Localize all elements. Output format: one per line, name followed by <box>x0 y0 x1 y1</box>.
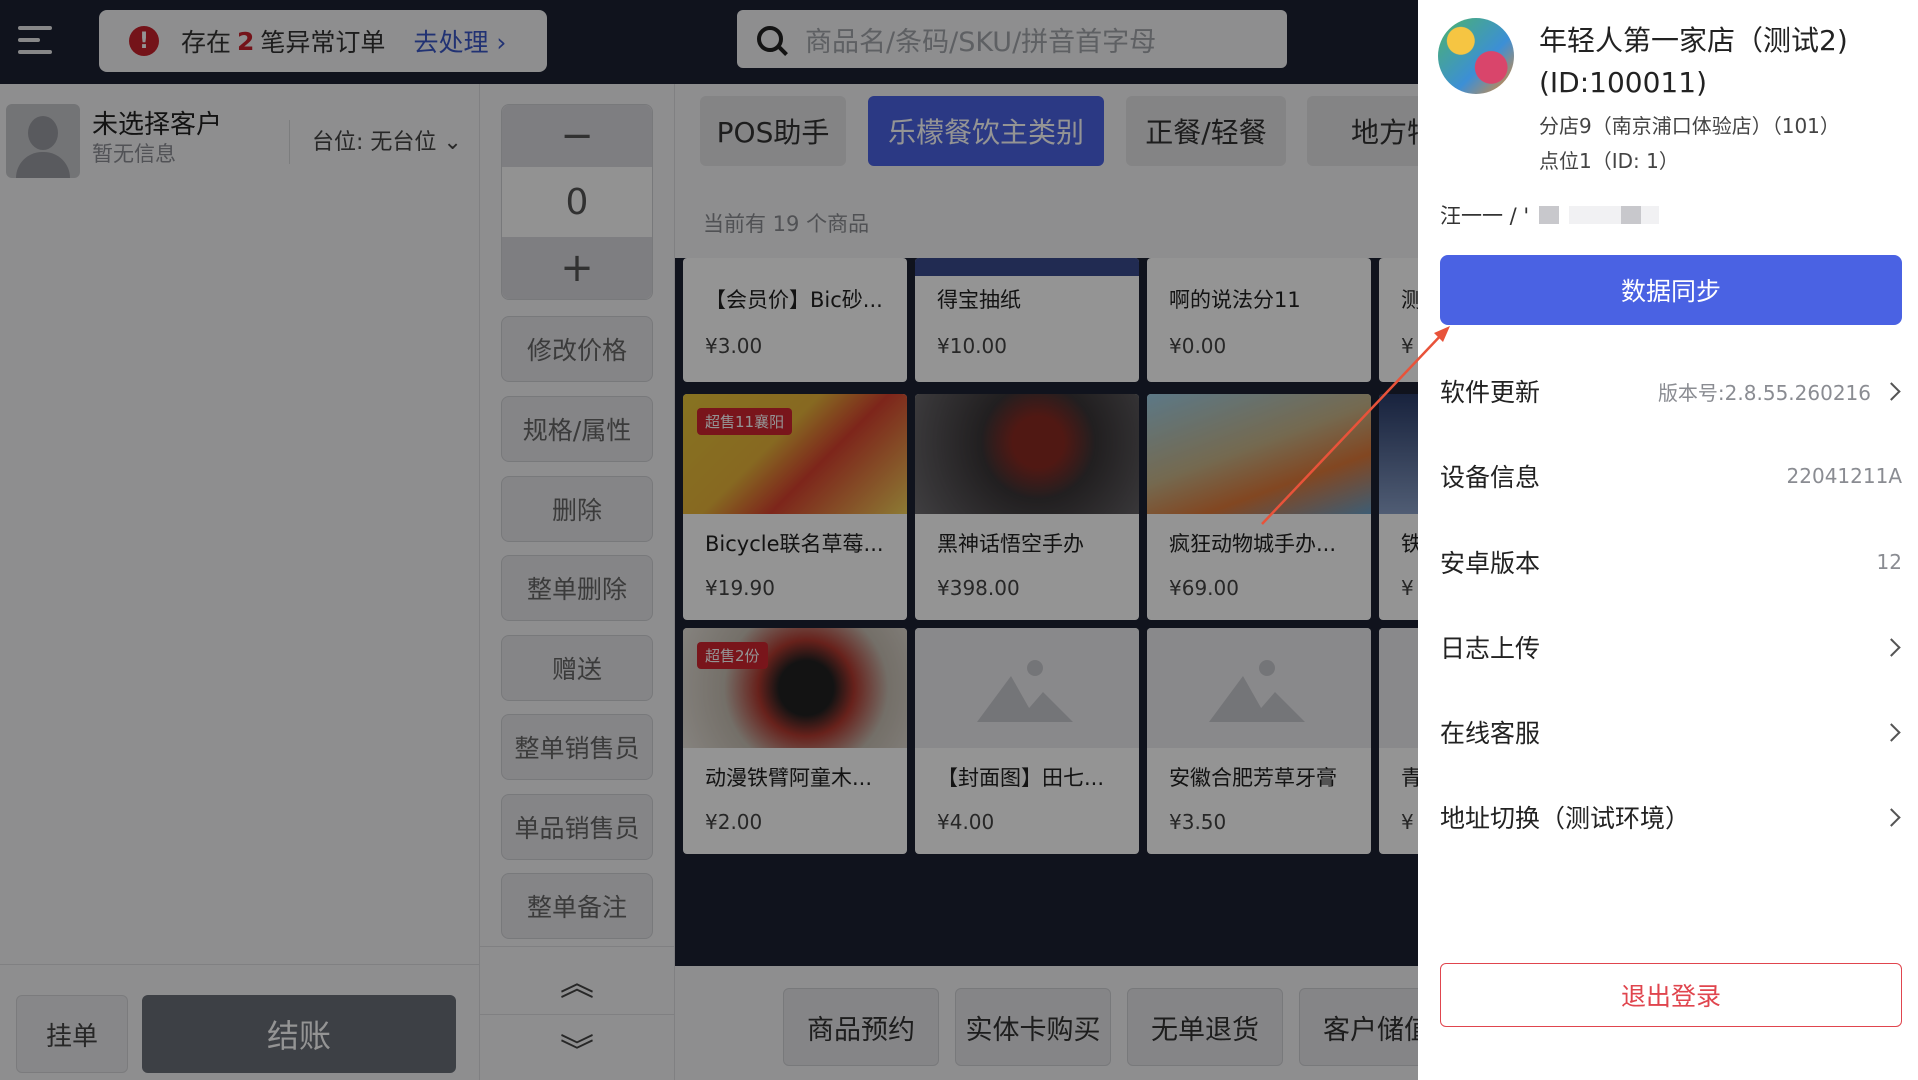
chevron-right-icon <box>1882 807 1901 827</box>
operator-info: 汪一一 / ' <box>1440 200 1660 230</box>
row-value-group: 12 <box>1877 550 1902 574</box>
device-id: 22041211A <box>1786 464 1902 488</box>
android-version: 12 <box>1876 550 1902 574</box>
row-label: 安卓版本 <box>1440 549 1541 578</box>
chevron-right-icon <box>1882 722 1901 742</box>
settings-drawer: 年轻人第一家店（测试2)(ID:100011) 分店9（南京浦口体验店）（101… <box>1418 0 1918 1080</box>
redaction-block <box>1539 206 1560 224</box>
modal-backdrop[interactable] <box>0 0 1418 1080</box>
branch-name: 分店9（南京浦口体验店）（101） <box>1539 114 1840 138</box>
point-name: 点位1（ID: 1） <box>1539 149 1679 173</box>
row-label: 地址切换（测试环境） <box>1440 804 1691 833</box>
logout-button[interactable]: 退出登录 <box>1440 963 1902 1027</box>
row-value-group: 版本号:2.8.55.260216 <box>1658 377 1902 406</box>
device-info-row[interactable]: 设备信息 22041211A <box>1440 446 1902 506</box>
log-upload-row[interactable]: 日志上传 <box>1440 617 1902 677</box>
redaction-block <box>1621 206 1642 224</box>
store-logo <box>1438 18 1514 94</box>
row-value-group <box>1871 807 1902 827</box>
row-label: 日志上传 <box>1440 634 1541 663</box>
row-value-group <box>1871 637 1902 657</box>
android-version-row[interactable]: 安卓版本 12 <box>1440 532 1902 592</box>
row-value-group <box>1871 722 1902 742</box>
chevron-right-icon <box>1882 381 1901 401</box>
row-label: 软件更新 <box>1440 378 1541 407</box>
operator-name: 汪一一 / ' <box>1440 204 1530 228</box>
store-name: 年轻人第一家店（测试2)(ID:100011) <box>1539 24 1848 99</box>
row-value-group: 22041211A <box>1787 464 1902 488</box>
address-switch-row[interactable]: 地址切换（测试环境） <box>1440 787 1902 847</box>
data-sync-button[interactable]: 数据同步 <box>1440 255 1902 325</box>
redaction-block <box>1641 206 1660 224</box>
row-label: 设备信息 <box>1440 463 1541 492</box>
version-number: 版本号:2.8.55.260216 <box>1657 380 1871 405</box>
online-service-row[interactable]: 在线客服 <box>1440 702 1902 762</box>
row-label: 在线客服 <box>1440 719 1541 748</box>
redaction-block <box>1569 206 1622 224</box>
chevron-right-icon <box>1882 637 1901 657</box>
software-update-row[interactable]: 软件更新 版本号:2.8.55.260216 <box>1440 361 1902 421</box>
